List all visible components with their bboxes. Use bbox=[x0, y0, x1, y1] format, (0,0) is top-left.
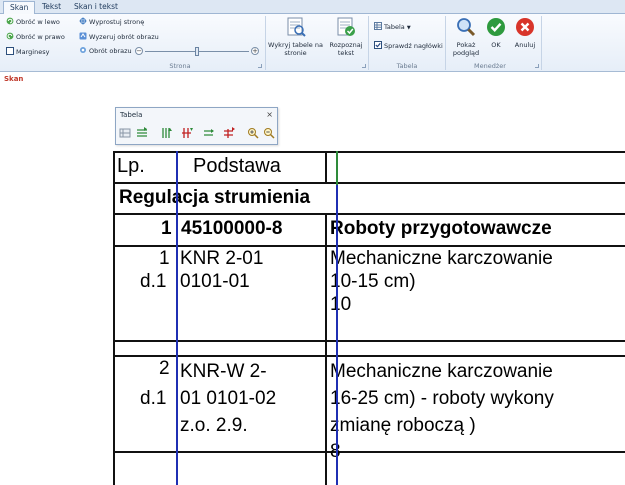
table-border bbox=[113, 245, 625, 247]
table-toolbar[interactable]: Tabela × bbox=[115, 107, 278, 145]
chevron-down-icon: ▼ bbox=[406, 25, 411, 31]
scanned-page: Lp. Podstawa Regulacja strumienia 1 4510… bbox=[113, 151, 625, 485]
group-launcher-menedzer[interactable] bbox=[535, 64, 539, 68]
image-rotation-icon bbox=[80, 47, 86, 53]
rotate-left-button[interactable]: Obróć w lewo bbox=[6, 17, 60, 27]
row3-desc-3: zmianę roboczą ) bbox=[330, 415, 476, 436]
image-rotation-label: Obrót obrazu bbox=[79, 46, 132, 56]
section-title: Regulacja strumienia bbox=[119, 187, 311, 208]
ribbon-separator bbox=[541, 16, 542, 70]
row3-desc-1: Mechaniczne karczowanie bbox=[330, 361, 553, 382]
select-cells-icon[interactable] bbox=[119, 127, 131, 139]
row3-basis-3: z.o. 2.9. bbox=[180, 415, 248, 436]
magnifier-icon bbox=[457, 18, 476, 37]
ok-button[interactable]: OK bbox=[484, 17, 508, 49]
group-launcher-tekst[interactable] bbox=[362, 64, 366, 68]
zoom-out-icon[interactable] bbox=[263, 127, 275, 139]
group-label-strona: Strona bbox=[169, 62, 191, 70]
checkbox-checked-icon bbox=[374, 41, 382, 49]
insert-row-icon[interactable] bbox=[136, 127, 148, 139]
row3-basis-2: 01 0101-02 bbox=[180, 388, 277, 409]
cancel-x-icon bbox=[516, 18, 534, 36]
slider-minus-button[interactable]: − bbox=[135, 47, 143, 55]
row2-desc-3: 10 bbox=[330, 294, 352, 315]
row2-desc-1: Mechaniczne karczowanie bbox=[330, 248, 553, 269]
show-preview-button[interactable]: Pokaż podgląd bbox=[449, 17, 483, 57]
row1-lp: 1 bbox=[161, 218, 172, 239]
column-guide-line[interactable] bbox=[176, 151, 178, 485]
group-launcher-strona[interactable] bbox=[258, 64, 262, 68]
delete-row-icon[interactable] bbox=[223, 127, 235, 139]
zoom-in-icon[interactable] bbox=[247, 127, 259, 139]
table-border bbox=[113, 182, 625, 184]
row3-basis-1: KNR-W 2- bbox=[180, 361, 267, 382]
tab-tekst[interactable]: Tekst bbox=[36, 1, 67, 14]
row2-lp: 1 bbox=[159, 248, 170, 269]
checkbox-icon bbox=[6, 47, 14, 55]
table-border bbox=[113, 151, 625, 153]
cancel-button[interactable]: Anuluj bbox=[511, 17, 539, 49]
row1-desc: Roboty przygotowawcze bbox=[330, 218, 552, 239]
close-icon[interactable]: × bbox=[266, 110, 273, 119]
column-guide-line[interactable] bbox=[336, 185, 338, 485]
detect-tables-button[interactable]: Wykryj tabele na stronie bbox=[268, 17, 323, 57]
rotate-left-icon bbox=[6, 17, 14, 25]
detect-tables-icon bbox=[287, 17, 306, 37]
app-window: { "tabs": ["Skan", "Tekst", "Skan i teks… bbox=[0, 0, 625, 485]
table-border bbox=[113, 355, 625, 357]
table-border bbox=[113, 340, 625, 342]
toolbar-title: Tabela bbox=[120, 111, 143, 119]
ok-check-icon bbox=[487, 18, 505, 36]
table-border bbox=[113, 151, 115, 485]
rotate-right-icon bbox=[6, 32, 14, 40]
table-icon bbox=[374, 22, 382, 30]
row2-basis-2: 0101-01 bbox=[180, 271, 250, 292]
column-guide-active[interactable] bbox=[336, 151, 338, 185]
insert-column-icon[interactable] bbox=[160, 127, 172, 139]
margins-checkbox[interactable]: Marginesy bbox=[6, 47, 49, 57]
row2-basis-1: KNR 2-01 bbox=[180, 248, 264, 269]
straighten-button[interactable]: Wyprostuj stronę bbox=[79, 17, 144, 27]
check-headers-checkbox[interactable]: Sprawdź nagłówki bbox=[374, 41, 443, 51]
table-border bbox=[113, 213, 625, 215]
row3-lp: 2 bbox=[159, 358, 170, 379]
tab-skan[interactable]: Skan bbox=[3, 1, 36, 15]
recognize-text-icon bbox=[337, 17, 355, 36]
table-border bbox=[325, 213, 327, 485]
row1-code: 45100000-8 bbox=[181, 218, 283, 239]
header-podstawa: Podstawa bbox=[193, 155, 281, 177]
recognize-text-button[interactable]: Rozpoznaj tekst bbox=[327, 17, 365, 57]
ribbon-separator bbox=[368, 16, 369, 70]
view-header: Skan bbox=[0, 72, 625, 88]
ribbon-separator bbox=[265, 16, 266, 70]
rotate-right-button[interactable]: Obróć w prawo bbox=[6, 32, 65, 42]
header-lp: Lp. bbox=[117, 155, 145, 177]
reset-rotation-button[interactable]: Wyzeruj obrót obrazu bbox=[79, 32, 159, 42]
tab-skan-i-tekst[interactable]: Skan i tekst bbox=[68, 1, 124, 14]
ribbon: Obróć w lewo Obróć w prawo Marginesy Wyp… bbox=[0, 14, 625, 72]
slider-thumb[interactable] bbox=[195, 47, 199, 56]
group-label-tabela: Tabela bbox=[396, 62, 418, 70]
row2-desc-2: 10-15 cm) bbox=[330, 271, 416, 292]
ribbon-tab-strip: Skan Tekst Skan i tekst bbox=[0, 0, 625, 15]
table-border bbox=[113, 451, 625, 453]
delete-column-icon[interactable] bbox=[181, 127, 193, 139]
group-label-menedzer: Menedżer bbox=[474, 62, 506, 70]
reset-rotation-icon bbox=[79, 32, 87, 40]
row3-desc-2: 16-25 cm) - roboty wykony bbox=[330, 388, 554, 409]
row2-lp-sub: d.1 bbox=[140, 271, 167, 292]
straighten-icon bbox=[79, 17, 87, 25]
table-border bbox=[325, 151, 327, 182]
row3-lp-sub: d.1 bbox=[140, 388, 167, 409]
rotation-slider[interactable]: − + bbox=[135, 47, 260, 56]
table-dropdown-button[interactable]: Tabela ▼ bbox=[374, 22, 411, 33]
merge-row-icon[interactable] bbox=[203, 127, 215, 139]
ribbon-separator bbox=[445, 16, 446, 70]
view-title: Skan bbox=[4, 75, 24, 83]
slider-plus-button[interactable]: + bbox=[251, 47, 259, 55]
